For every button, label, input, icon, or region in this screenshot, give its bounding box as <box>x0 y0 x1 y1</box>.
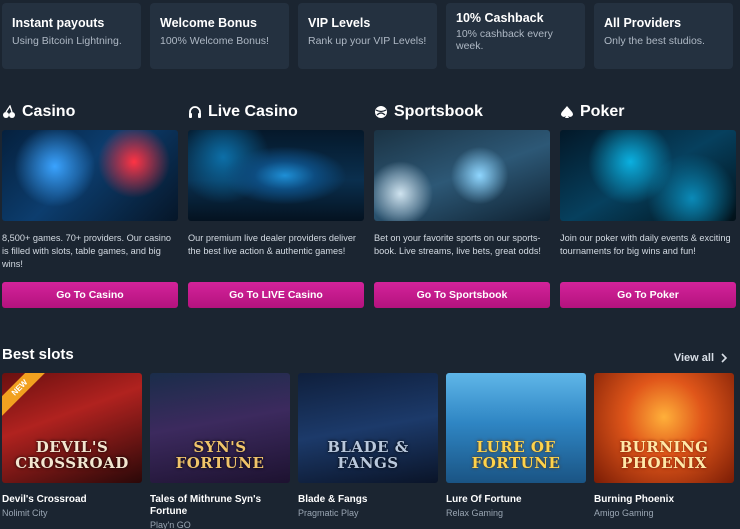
category-description: 8,500+ games. 70+ providers. Our casino … <box>2 233 172 269</box>
slot-logo: DEVIL'S CROSSROAD <box>15 438 129 472</box>
feature-card-instant-payouts: Instant payouts Using Bitcoin Lightning. <box>2 3 141 69</box>
slot-thumbnail[interactable]: BURNING PHOENIX <box>594 373 734 483</box>
category-casino: Casino 8,500+ games. 70+ providers. Our … <box>2 100 178 308</box>
sportsbook-image[interactable] <box>374 130 550 221</box>
view-all-label: View all <box>673 352 714 364</box>
slot-provider: Amigo Gaming <box>594 508 654 518</box>
slot-name: Lure Of Fortune <box>446 494 522 505</box>
feature-card-welcome-bonus: Welcome Bonus 100% Welcome Bonus! <box>150 3 289 69</box>
slot-logo: LURE OF FORTUNE <box>471 438 561 472</box>
feature-title: VIP Levels <box>308 16 371 30</box>
slots-list: NEW DEVIL'S CROSSROAD Devil's Crossroad … <box>2 373 734 529</box>
category-header[interactable]: Sportsbook <box>374 100 550 124</box>
feature-card-cashback: 10% Cashback 10% cashback every week. <box>446 3 585 69</box>
slot-thumbnail[interactable]: SYN'S FORTUNE <box>150 373 290 483</box>
category-header[interactable]: Casino <box>2 100 178 124</box>
feature-subtitle: Using Bitcoin Lightning. <box>12 35 122 47</box>
category-description: Bet on your favorite sports on our sport… <box>374 233 541 256</box>
best-slots-header: Best slots View all <box>2 346 732 366</box>
slot-thumbnail[interactable]: LURE OF FORTUNE <box>446 373 586 483</box>
feature-subtitle: Rank up your VIP Levels! <box>308 35 427 47</box>
slot-provider: Nolimit City <box>2 508 48 518</box>
new-badge: NEW <box>2 373 54 422</box>
category-header[interactable]: Live Casino <box>188 100 364 124</box>
go-to-live-casino-button[interactable]: Go To LIVE Casino <box>188 282 364 308</box>
feature-cards: Instant payouts Using Bitcoin Lightning.… <box>2 3 733 69</box>
headset-icon <box>189 106 201 118</box>
feature-subtitle: 100% Welcome Bonus! <box>160 35 269 47</box>
slot-card[interactable]: BLADE & FANGS Blade & Fangs Pragmatic Pl… <box>298 373 438 529</box>
category-title: Poker <box>580 103 625 120</box>
feature-subtitle: 10% cashback every week. <box>456 28 553 52</box>
slot-card[interactable]: BURNING PHOENIX Burning Phoenix Amigo Ga… <box>594 373 734 529</box>
category-live-casino: Live Casino Our premium live dealer prov… <box>188 100 364 308</box>
view-all-link[interactable]: View all <box>674 352 728 364</box>
feature-title: Instant payouts <box>12 16 105 30</box>
go-to-sportsbook-button[interactable]: Go To Sportsbook <box>374 282 550 308</box>
poker-image[interactable] <box>560 130 736 221</box>
feature-card-all-providers: All Providers Only the best studios. <box>594 3 733 69</box>
slot-provider: Relax Gaming <box>446 508 504 518</box>
feature-card-vip-levels: VIP Levels Rank up your VIP Levels! <box>298 3 437 69</box>
slot-logo: BURNING PHOENIX <box>619 438 709 472</box>
category-title: Live Casino <box>208 103 298 120</box>
slot-name: Blade & Fangs <box>298 494 368 505</box>
section-title: Best slots <box>2 346 74 363</box>
sports-ball-icon <box>375 106 387 118</box>
go-to-poker-button[interactable]: Go To Poker <box>560 282 736 308</box>
slot-provider: Play'n GO <box>150 520 191 529</box>
slot-provider: Pragmatic Play <box>298 508 359 518</box>
category-title: Sportsbook <box>394 103 483 120</box>
slot-name: Tales of Mithrune Syn's Fortune <box>150 494 262 517</box>
go-to-casino-button[interactable]: Go To Casino <box>2 282 178 308</box>
slot-name: Burning Phoenix <box>594 494 674 505</box>
feature-title: All Providers <box>604 16 682 30</box>
slot-name: Devil's Crossroad <box>2 494 87 505</box>
category-poker: Poker Join our poker with daily events &… <box>560 100 736 308</box>
live-casino-image[interactable] <box>188 130 364 221</box>
spade-icon <box>561 106 573 118</box>
category-header[interactable]: Poker <box>560 100 736 124</box>
slot-thumbnail[interactable]: BLADE & FANGS <box>298 373 438 483</box>
slot-logo: SYN'S FORTUNE <box>175 438 265 472</box>
category-description: Join our poker with daily events & excit… <box>560 233 731 256</box>
feature-title: 10% Cashback <box>456 11 544 25</box>
slot-card[interactable]: NEW DEVIL'S CROSSROAD Devil's Crossroad … <box>2 373 142 529</box>
slot-logo: BLADE & FANGS <box>327 438 409 472</box>
category-sections: Casino 8,500+ games. 70+ providers. Our … <box>2 100 736 308</box>
category-description: Our premium live dealer providers delive… <box>188 233 356 256</box>
category-sportsbook: Sportsbook Bet on your favorite sports o… <box>374 100 550 308</box>
cherries-icon <box>3 105 15 118</box>
slot-card[interactable]: LURE OF FORTUNE Lure Of Fortune Relax Ga… <box>446 373 586 529</box>
feature-title: Welcome Bonus <box>160 16 258 30</box>
casino-image[interactable] <box>2 130 178 221</box>
feature-subtitle: Only the best studios. <box>604 35 705 47</box>
slot-card[interactable]: SYN'S FORTUNE Tales of Mithrune Syn's Fo… <box>150 373 290 529</box>
slot-thumbnail[interactable]: NEW DEVIL'S CROSSROAD <box>2 373 142 483</box>
category-title: Casino <box>22 103 76 120</box>
chevron-right-icon <box>721 353 728 363</box>
